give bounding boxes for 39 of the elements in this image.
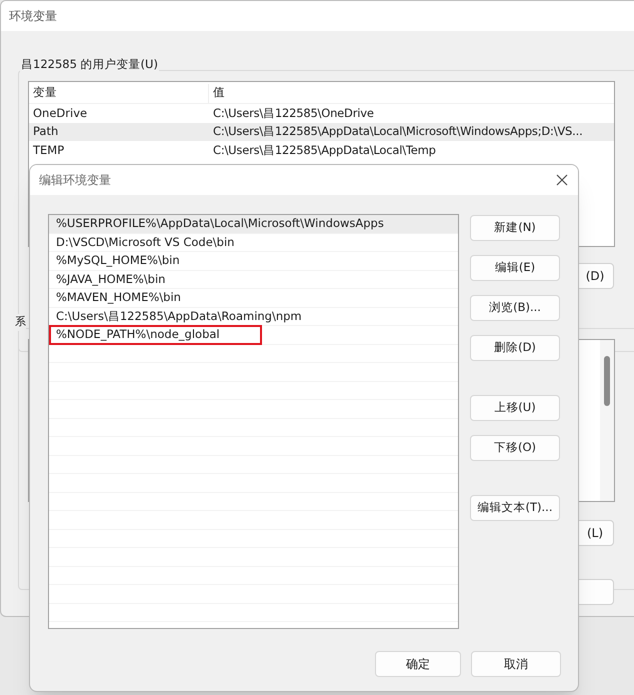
- variable-name: OneDrive: [32, 104, 88, 122]
- variable-name: TEMP: [32, 142, 66, 159]
- path-text: %MAVEN_HOME%\bin: [55, 289, 181, 306]
- close-icon[interactable]: [556, 174, 568, 186]
- cancel-button[interactable]: 取消: [471, 651, 561, 677]
- path-text: D:\VSCD\Microsoft VS Code\bin: [55, 234, 234, 251]
- path-entry[interactable]: %USERPROFILE%\AppData\Local\Microsoft\WindowsApps: [49, 215, 458, 234]
- variable-name: Path: [32, 123, 60, 140]
- action-button[interactable]: 编辑(E): [470, 255, 560, 281]
- action-button[interactable]: 上移(U): [470, 395, 560, 421]
- ok-button[interactable]: 确定: [375, 651, 461, 677]
- variable-value: C:\Users\昌122585\AppData\Local\Microsoft\WindowsApps;D:\VS...: [212, 123, 583, 140]
- variable-value: C:\Users\昌122585\OneDrive: [212, 104, 374, 122]
- action-button[interactable]: 编辑文本(T)...: [470, 495, 560, 521]
- path-entry[interactable]: %JAVA_HOME%\bin: [49, 270, 458, 289]
- path-entry[interactable]: D:\VSCD\Microsoft VS Code\bin: [49, 234, 458, 252]
- group-label: 昌122585 的用户变量(U): [20, 56, 159, 74]
- path-entry[interactable]: %MAVEN_HOME%\bin: [49, 289, 458, 308]
- table-row[interactable]: Path C:\Users\昌122585\AppData\Local\Microsoft\WindowsApps;D:\VS...: [29, 122, 614, 141]
- dialog-title: 编辑环境变量: [39, 172, 111, 189]
- scrollbar[interactable]: [600, 340, 614, 501]
- path-entry[interactable]: C:\Users\昌122585\AppData\Roaming\npm: [49, 308, 458, 326]
- column-header[interactable]: 值: [209, 84, 614, 103]
- group-label: 系: [15, 314, 26, 330]
- action-button[interactable]: 浏览(B)...: [470, 295, 560, 321]
- variable-value: C:\Users\昌122585\AppData\Local\Temp: [212, 142, 436, 159]
- path-entry[interactable]: %MySQL_HOME%\bin: [49, 252, 458, 270]
- column-header[interactable]: 变量: [29, 84, 209, 103]
- path-text: %JAVA_HOME%\bin: [55, 270, 166, 288]
- path-text: %USERPROFILE%\AppData\Local\Microsoft\WindowsApps: [55, 215, 384, 232]
- scrollbar-thumb[interactable]: [604, 356, 610, 406]
- window-title: 环境变量: [9, 8, 57, 25]
- action-button[interactable]: 下移(O): [470, 435, 560, 461]
- path-text: C:\Users\昌122585\AppData\Roaming\npm: [55, 308, 302, 325]
- path-text: %NODE_PATH%\node_global: [49, 324, 262, 345]
- path-entry[interactable]: %NODE_PATH%\node_global: [49, 326, 458, 344]
- action-button[interactable]: 新建(N): [470, 215, 560, 241]
- action-button[interactable]: 删除(D): [470, 335, 560, 361]
- path-text: %MySQL_HOME%\bin: [55, 252, 180, 270]
